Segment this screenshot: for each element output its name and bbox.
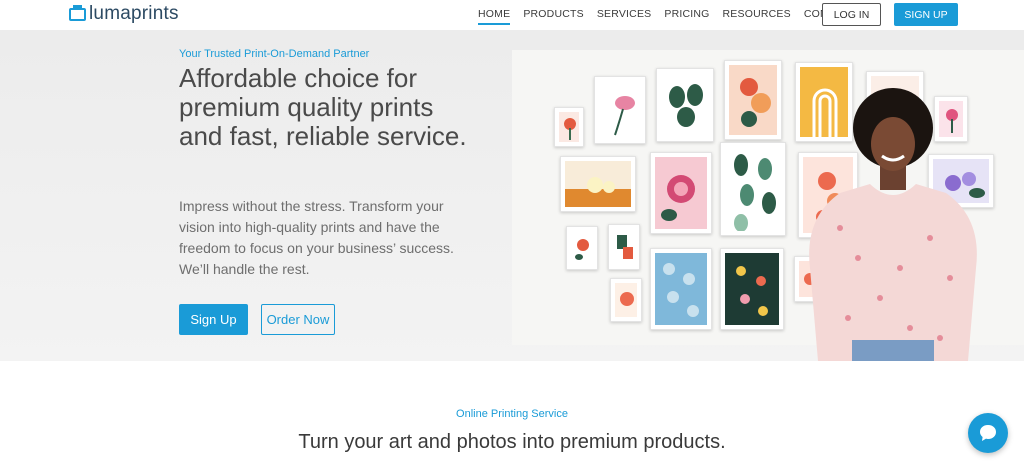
art-frame [566,226,598,270]
logo[interactable]: lumaprints [69,3,179,25]
signup-button-top[interactable]: SIGN UP [894,3,958,26]
nav-link-pricing[interactable]: PRICING [664,8,709,25]
top-navigation: lumaprints HOME PRODUCTS SERVICES PRICIN… [0,0,1024,30]
hero-signup-button[interactable]: Sign Up [179,304,248,335]
nav-link-home[interactable]: HOME [478,8,511,25]
nav-links: HOME PRODUCTS SERVICES PRICING RESOURCES… [478,8,868,25]
section-title: Turn your art and photos into premium pr… [298,431,726,453]
hero-section: Your Trusted Print-On-Demand Partner Aff… [0,30,1024,361]
order-now-button[interactable]: Order Now [261,304,335,335]
art-frame [650,152,712,234]
section-eyebrow: Online Printing Service [456,408,568,420]
art-frame [720,142,786,236]
logo-frame-icon [69,5,86,21]
hero-description: Impress without the stress. Transform yo… [179,198,454,277]
art-frame [560,156,636,212]
hero-gallery-image [512,50,1024,361]
art-frame [554,107,584,147]
art-frame [720,248,784,330]
logo-text: lumaprints [89,3,179,24]
nav-link-products[interactable]: PRODUCTS [523,8,584,25]
art-frame [610,278,642,322]
art-frame [724,60,782,140]
chat-bubble-icon [980,425,996,441]
hero-eyebrow: Your Trusted Print-On-Demand Partner [179,48,370,60]
art-frame [650,248,712,330]
art-frame [656,68,714,142]
art-frame [608,224,640,270]
art-frame [594,76,646,144]
chat-button[interactable] [968,413,1008,453]
login-button[interactable]: LOG IN [822,3,881,26]
hero-title: Affordable choice for premium quality pr… [179,63,467,151]
smiling-woman-photo [809,88,977,361]
nav-link-resources[interactable]: RESOURCES [723,8,791,25]
nav-link-services[interactable]: SERVICES [597,8,652,25]
